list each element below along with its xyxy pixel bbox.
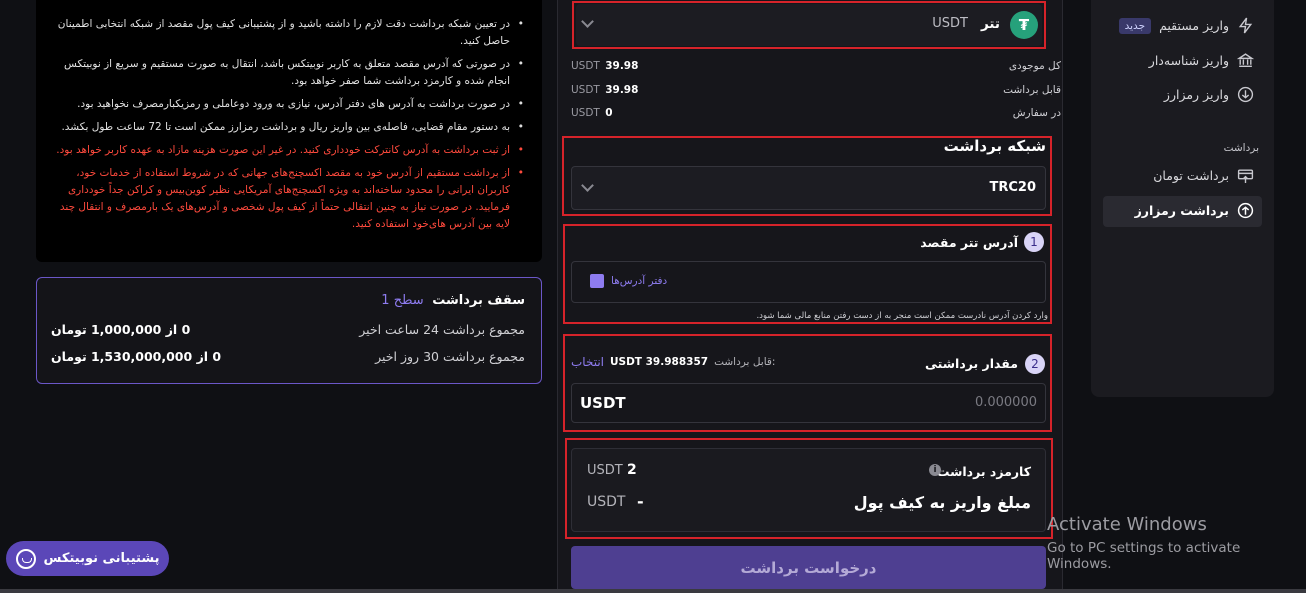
sidebar-item-label: واریز مستقیم xyxy=(1159,18,1229,33)
balance-unit: USDT xyxy=(571,107,600,119)
highlight-box xyxy=(572,1,1046,49)
network-select[interactable]: TRC20 xyxy=(571,166,1046,210)
support-label: پشتیبانی نوبیتکس xyxy=(43,551,160,566)
new-badge: جدید xyxy=(1118,17,1152,34)
balance-unit: USDT xyxy=(571,60,600,72)
balance-in-order-value: USDT 0 xyxy=(571,107,613,119)
info-item: در تعیین شبکه برداشت دقت لازم را داشته ب… xyxy=(54,16,524,50)
withdraw-limits-panel: سقف برداشت سطح 1 مجموع برداشت 24 ساعت اخ… xyxy=(36,277,542,384)
taskbar-edge xyxy=(0,589,1306,593)
balance-withdrawable-label: قابل برداشت xyxy=(1003,84,1061,96)
balance-total-label: کل موجودی xyxy=(1008,60,1061,72)
withdraw-info-panel: در تعیین شبکه برداشت دقت لازم را داشته ب… xyxy=(36,0,542,262)
bank-icon xyxy=(1237,53,1254,68)
limits-title: سقف برداشت سطح 1 xyxy=(381,293,525,308)
amount-title: مقدار برداشتی xyxy=(925,356,1018,371)
limits-title-text: سقف برداشت xyxy=(432,293,525,308)
info-warning-item: از برداشت مستقیم از آدرس خود به مقصد اکس… xyxy=(54,165,524,233)
sidebar-item-direct-deposit[interactable]: واریز مستقیم جدید xyxy=(1118,17,1254,34)
amount-unit: USDT xyxy=(580,394,626,412)
available-value: USDT 39.988357 xyxy=(610,356,709,368)
bolt-icon xyxy=(1238,17,1253,34)
sidebar-section-withdraw: برداشت xyxy=(1223,142,1259,154)
select-all-link[interactable]: انتخاب xyxy=(571,355,604,369)
receive-unit: USDT xyxy=(587,494,626,510)
limit-monthly-value: 0 از 1,530,000,000 تومان xyxy=(51,349,222,364)
balance-amount: 0 xyxy=(605,107,613,119)
address-warning: وارد کردن آدرس نادرست ممکن است منجر به ا… xyxy=(756,311,1048,321)
balance-unit: USDT xyxy=(571,84,600,96)
submit-withdraw-button[interactable]: درخواست برداشت xyxy=(571,546,1046,589)
sidebar-item-label: واریز رمزارز xyxy=(1163,87,1229,102)
balance-in-order-label: در سفارش xyxy=(1012,107,1061,119)
sidebar-item-crypto-withdraw[interactable]: برداشت رمزارز xyxy=(1135,202,1254,219)
sidebar-item-label: واریز شناسه‌دار xyxy=(1148,53,1229,68)
fee-label: کارمزد برداشت xyxy=(936,464,1031,479)
address-book-button[interactable]: دفتر آدرس‌ها xyxy=(590,274,667,288)
address-book-icon xyxy=(590,274,604,288)
balance-amount: 39.98 xyxy=(605,84,639,96)
sidebar-item-id-deposit[interactable]: واریز شناسه‌دار xyxy=(1149,52,1254,69)
address-input[interactable]: دفتر آدرس‌ها xyxy=(571,261,1046,303)
chevron-down-icon xyxy=(581,179,594,192)
sidebar-item-toman-withdraw[interactable]: برداشت تومان xyxy=(1153,167,1254,184)
balance-total-value: USDT 39.98 xyxy=(571,60,638,72)
network-title: شبکه برداشت xyxy=(943,137,1046,155)
info-item: در صورتی که آدرس مقصد متعلق به کاربر نوب… xyxy=(54,56,524,90)
available-row: انتخاب USDT 39.988357 قابل برداشت: xyxy=(571,355,775,369)
info-item: به دستور مقام قضایی، فاصله‌ی بین واریز ر… xyxy=(54,119,524,136)
available-label: قابل برداشت: xyxy=(714,356,776,368)
limit-daily-label: مجموع برداشت 24 ساعت اخیر xyxy=(359,322,525,337)
receive-value: - xyxy=(637,492,644,511)
headset-icon xyxy=(15,548,36,569)
activate-windows-subtitle: Go to PC settings to activate Windows. xyxy=(1047,540,1241,572)
step-number: 1 xyxy=(1024,232,1044,252)
fee-unit: USDT xyxy=(587,463,623,478)
address-title: آدرس تتر مقصد xyxy=(920,235,1018,250)
receive-label: مبلغ واریز به کیف پول xyxy=(853,493,1031,512)
activate-windows-title: Activate Windows xyxy=(1047,514,1207,535)
limits-level: سطح 1 xyxy=(381,293,424,308)
fee-box: کارمزد برداشت i USDT 2 مبلغ واریز به کیف… xyxy=(571,448,1046,532)
support-button[interactable]: پشتیبانی نوبیتکس xyxy=(6,541,169,576)
upload-circle-icon xyxy=(1237,202,1254,219)
limit-daily-value: 0 از 1,000,000 تومان xyxy=(51,322,191,337)
info-list: در تعیین شبکه برداشت دقت لازم را داشته ب… xyxy=(54,16,524,239)
sidebar-item-crypto-deposit[interactable]: واریز رمزارز xyxy=(1164,86,1254,103)
address-book-label: دفتر آدرس‌ها xyxy=(611,275,668,287)
limit-monthly-label: مجموع برداشت 30 روز اخیر xyxy=(375,349,525,364)
balance-amount: 39.98 xyxy=(605,60,639,72)
amount-placeholder: 0.000000 xyxy=(974,395,1037,410)
card-out-icon xyxy=(1237,169,1254,183)
info-item: در صورت برداشت به آدرس های دفتر آدرس، نی… xyxy=(54,96,524,113)
fee-value: 2 xyxy=(627,462,637,478)
balance-withdrawable-value: USDT 39.98 xyxy=(571,84,638,96)
step-number: 2 xyxy=(1025,354,1045,374)
sidebar-item-label: برداشت تومان xyxy=(1153,168,1229,183)
download-circle-icon xyxy=(1237,86,1254,103)
amount-input[interactable]: USDT 0.000000 xyxy=(571,383,1046,423)
info-icon[interactable]: i xyxy=(929,464,941,476)
info-warning-item: از ثبت برداشت به آدرس کانترکت خودداری کن… xyxy=(54,142,524,159)
sidebar-item-label: برداشت رمزارز xyxy=(1134,203,1229,218)
network-value: TRC20 xyxy=(989,180,1036,195)
